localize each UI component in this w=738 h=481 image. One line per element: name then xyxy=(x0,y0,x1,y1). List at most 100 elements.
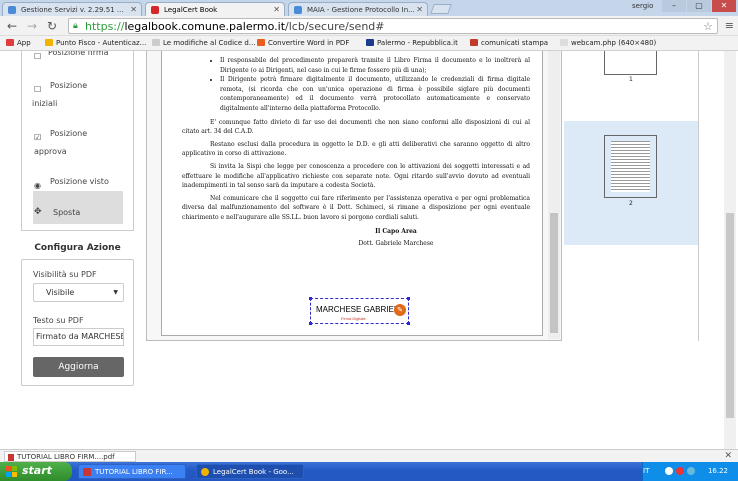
bookmark-webcam[interactable]: webcam.php (640×480) xyxy=(560,39,656,47)
volume-icon[interactable] xyxy=(687,467,695,475)
document-paragraph: E' comunque fatto divieto di far uso dei… xyxy=(182,118,530,136)
document-bullet: Il responsabile del procedimento prepare… xyxy=(220,56,530,75)
lock-icon: 🔒︎ xyxy=(73,21,78,31)
minimize-button[interactable]: – xyxy=(662,0,686,12)
apps-icon xyxy=(6,39,14,46)
visibility-select[interactable]: Visibile ▼ xyxy=(33,283,124,302)
clock[interactable]: 16.22 xyxy=(708,467,728,475)
bookmarks-bar: App Punto Fisco - Autenticaz... Le modif… xyxy=(0,36,738,51)
action-posizione-visto[interactable]: ◉ Posizione visto xyxy=(34,173,109,191)
download-item[interactable]: TUTORIAL LIBRO FIRM....pdf xyxy=(4,451,136,462)
download-bar: TUTORIAL LIBRO FIRM....pdf ✕ xyxy=(0,449,738,462)
tray-icon[interactable] xyxy=(676,467,684,475)
window-controls: – ▢ ✕ xyxy=(662,0,736,12)
document-bullets: Il responsabile del procedimento prepare… xyxy=(220,56,530,114)
thumbnail-number: 2 xyxy=(629,200,633,207)
move-icon: ✥ xyxy=(34,207,42,217)
close-icon[interactable]: ✕ xyxy=(273,5,280,14)
document-paragraph: Si invita la Sispi che legge per conosce… xyxy=(182,162,530,190)
windows-logo-icon xyxy=(6,466,18,477)
resize-handle[interactable] xyxy=(407,322,410,325)
pdf-text-input[interactable]: Firmato da MARCHESE xyxy=(33,328,124,346)
url-text: https://legalbook.comune.palermo.it/lcb/… xyxy=(85,20,385,33)
tab-favicon xyxy=(151,6,159,14)
checkbox-icon: ☐ xyxy=(34,52,42,61)
bookmark-punto-fisco[interactable]: Punto Fisco - Autenticaz... xyxy=(45,39,146,47)
page-content: ☐ Posizione firma ☐ Posizione iniziali ☑… xyxy=(0,51,738,449)
reload-icon[interactable]: ↻ xyxy=(44,18,60,34)
tab-gestione-servizi[interactable]: Gestione Servizi v. 2.29.51 ... ✕ xyxy=(2,2,142,16)
new-tab-button[interactable] xyxy=(430,4,452,14)
update-button[interactable]: Aggiorna xyxy=(33,357,124,377)
bookmark-comunicati[interactable]: comunicati stampa xyxy=(470,39,548,47)
action-posizione-firma[interactable]: ☐ Posizione firma xyxy=(34,51,109,62)
browser-toolbar: ← → ↻ 🔒︎ https://legalbook.comune.palerm… xyxy=(0,16,738,36)
tab-label: Gestione Servizi v. 2.29.51 ... xyxy=(21,6,124,14)
document-page: Il responsabile del procedimento prepare… xyxy=(161,51,543,336)
close-icon[interactable]: ✕ xyxy=(130,5,137,14)
action-posizione-approva[interactable]: ☑ Posizione approva xyxy=(34,125,87,161)
bookmark-word-pdf[interactable]: Convertire Word in PDF xyxy=(257,39,349,47)
taskbar: start TUTORIAL LIBRO FIR... LegalCert Bo… xyxy=(0,462,738,481)
tab-label: MAIA - Gestione Protocollo In... xyxy=(307,6,415,14)
thumbnail-page-1[interactable] xyxy=(604,51,657,75)
bookmark-icon xyxy=(470,39,478,46)
document-bullet: Il Dirigente potrà firmare digitalmente … xyxy=(220,75,530,113)
signoff-name: Dott. Gabriele Marchese xyxy=(358,240,434,248)
document-viewer[interactable]: Il responsabile del procedimento prepare… xyxy=(146,51,562,341)
tab-favicon xyxy=(294,6,302,14)
close-icon[interactable]: ✕ xyxy=(416,5,423,14)
checkbox-checked-icon: ☑ xyxy=(34,133,42,142)
caret-down-icon: ▼ xyxy=(113,289,118,296)
tab-strip: Gestione Servizi v. 2.29.51 ... ✕ LegalC… xyxy=(0,0,738,16)
thumbnail-number: 1 xyxy=(629,76,633,83)
signature-seal-icon: ✎ xyxy=(394,304,406,316)
action-posizione-iniziali[interactable]: ☐ Posizione iniziali xyxy=(32,77,87,113)
chrome-icon xyxy=(201,468,209,476)
bookmark-icon xyxy=(257,39,265,46)
bookmark-repubblica[interactable]: Palermo - Repubblica.it xyxy=(366,39,458,47)
tab-label: LegalCert Book xyxy=(164,6,218,14)
signature-name: MARCHESE GABRIELE xyxy=(316,305,404,314)
start-button[interactable]: start xyxy=(0,462,72,481)
tab-favicon xyxy=(8,6,16,14)
forward-icon[interactable]: → xyxy=(24,18,40,34)
resize-handle[interactable] xyxy=(309,322,312,325)
document-paragraph: Nel comunicare che il soggetto cui fare … xyxy=(182,194,530,221)
bookmark-icon xyxy=(152,39,160,46)
language-indicator[interactable]: IT xyxy=(643,467,649,475)
resize-handle[interactable] xyxy=(407,297,410,300)
taskbar-item-chrome[interactable]: LegalCert Book - Goo... xyxy=(196,464,304,479)
resize-handle[interactable] xyxy=(309,297,312,300)
page-scrollbar-thumb[interactable] xyxy=(726,213,734,418)
bookmark-icon xyxy=(45,39,53,46)
signature-box[interactable]: MARCHESE GABRIELE ✎ Firma Digitale xyxy=(309,297,410,325)
config-title: Configura Azione xyxy=(34,243,121,253)
bookmark-codice[interactable]: Le modifiche al Codice d... xyxy=(152,39,256,47)
document-paragraph: Restano esclusi dalla procedura in ogget… xyxy=(182,140,530,158)
pdf-text-label: Testo su PDF xyxy=(33,316,84,325)
maximize-button[interactable]: ▢ xyxy=(687,0,711,12)
tab-maia[interactable]: MAIA - Gestione Protocollo In... ✕ xyxy=(288,2,428,16)
taskbar-app-icon xyxy=(83,468,91,476)
profile-name[interactable]: sergio xyxy=(632,2,653,10)
thumbnail-page-2[interactable] xyxy=(604,135,657,198)
menu-icon[interactable]: ≡ xyxy=(725,19,734,32)
tray-icon[interactable] xyxy=(665,467,673,475)
bookmark-icon xyxy=(366,39,374,46)
viewer-scrollbar-thumb[interactable] xyxy=(550,213,558,333)
tab-legalcert-book[interactable]: LegalCert Book ✕ xyxy=(145,2,285,16)
close-window-button[interactable]: ✕ xyxy=(712,0,736,12)
back-icon[interactable]: ← xyxy=(4,18,20,34)
move-label: Sposta xyxy=(53,208,81,217)
signature-subtitle: Firma Digitale xyxy=(341,316,366,321)
address-bar[interactable]: 🔒︎ https://legalbook.comune.palermo.it/l… xyxy=(68,18,718,34)
move-action-button[interactable]: ✥ Sposta xyxy=(33,191,123,224)
signoff-title: Il Capo Area xyxy=(375,227,417,235)
action-panel: ☐ Posizione firma ☐ Posizione iniziali ☑… xyxy=(21,51,134,231)
bookmark-app[interactable]: App xyxy=(6,39,31,47)
close-download-bar-icon[interactable]: ✕ xyxy=(724,451,732,461)
thumbnail-panel: 1 2 xyxy=(563,51,699,341)
taskbar-item-tutorial[interactable]: TUTORIAL LIBRO FIR... xyxy=(78,464,186,479)
bookmark-star-icon[interactable]: ☆ xyxy=(703,20,713,33)
